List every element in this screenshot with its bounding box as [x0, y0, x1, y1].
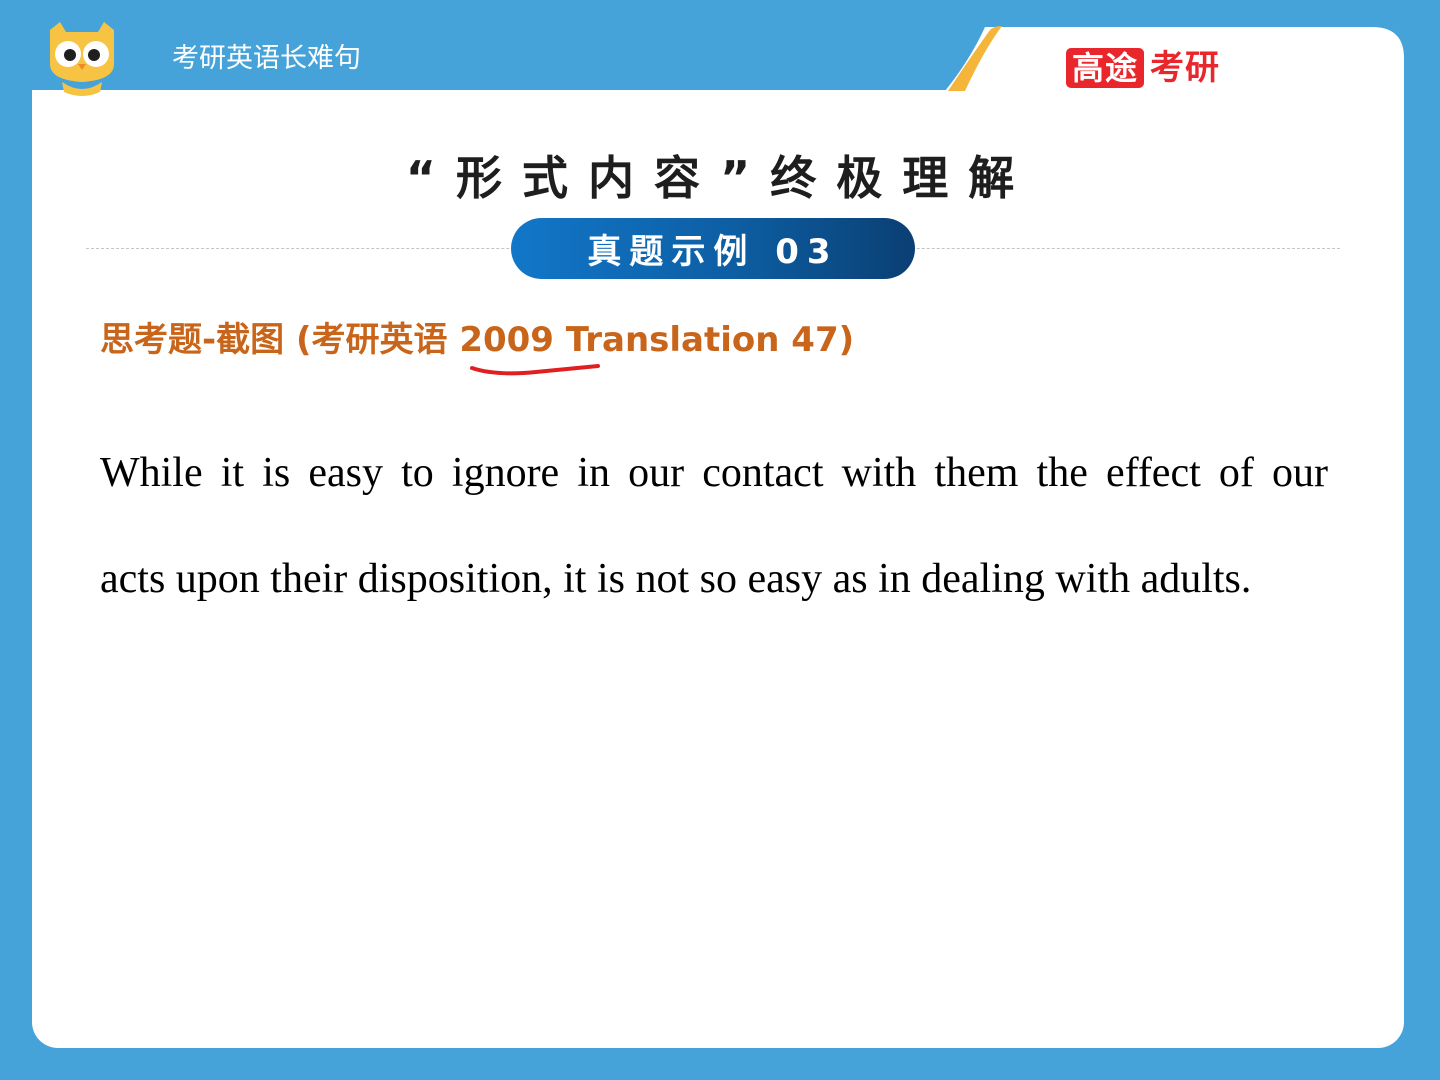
question-subtitle: 思考题-截图 (考研英语 2009 Translation 47)	[100, 320, 855, 360]
owl-mascot-icon	[50, 22, 114, 96]
brand-box-text: 高途	[1066, 48, 1145, 88]
series-title: 考研英语长难句	[172, 43, 361, 74]
gaotu-logo: 高途 考研	[1066, 46, 1220, 90]
example-pill-badge: 真题示例 03	[511, 218, 915, 279]
sentence-line-1: While it is easy to ignore in our contac…	[100, 450, 1328, 496]
sentence-text: While it is easy to ignore in our contac…	[100, 420, 1328, 632]
brand-text: 考研	[1150, 48, 1221, 88]
red-underline-annotation	[470, 364, 600, 376]
sentence-line-2: acts upon their disposition, it is not s…	[100, 556, 1252, 602]
slide-title: “形式内容”终极理解	[405, 151, 1035, 205]
